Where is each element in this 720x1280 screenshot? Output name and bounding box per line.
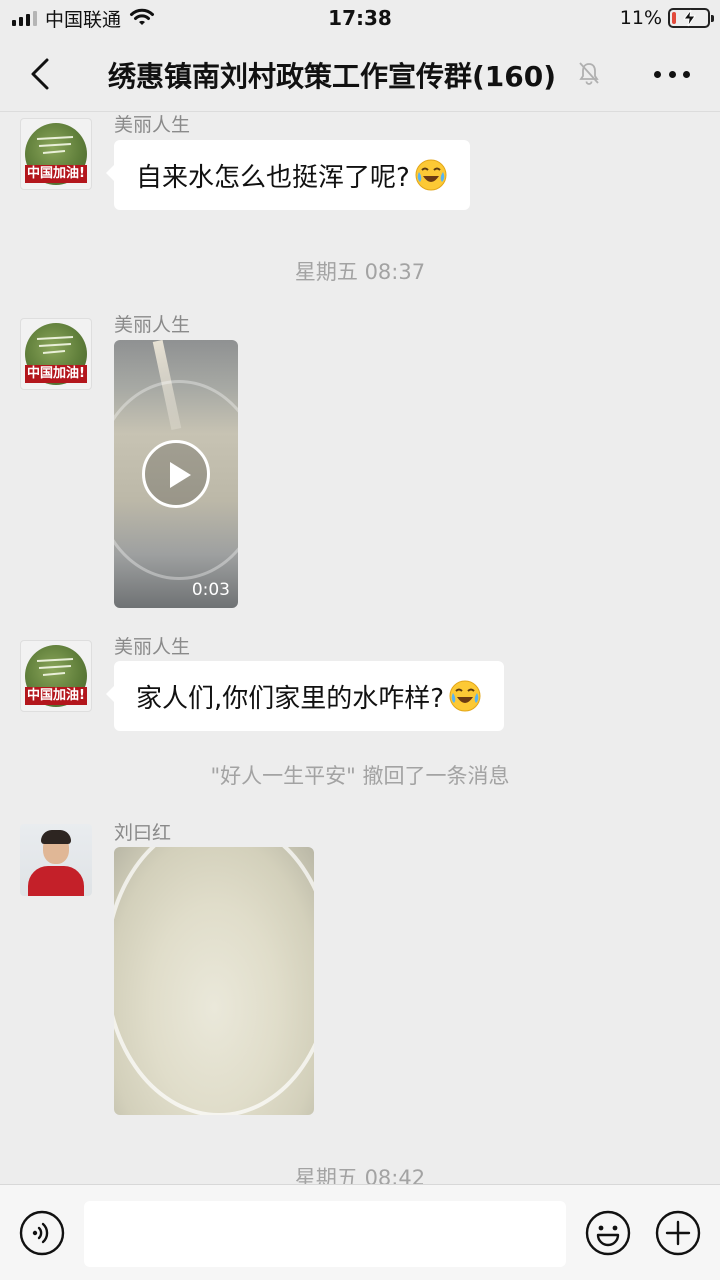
battery-percent: 11%: [619, 7, 662, 29]
message-bubble[interactable]: 自来水怎么也挺浑了呢?: [106, 140, 470, 210]
crying-laughing-emoji-icon: [415, 159, 447, 191]
status-time: 17:38: [328, 6, 392, 30]
chevron-left-icon: [31, 58, 49, 90]
chat-header: 绣惠镇南刘村政策工作宣传群(160): [0, 36, 720, 112]
avatar-banner-text: 中国加油!: [25, 687, 87, 705]
avatar-meili[interactable]: 中国加油!: [20, 118, 92, 190]
video-duration: 0:03: [191, 580, 230, 600]
voice-icon[interactable]: [18, 1209, 66, 1257]
battery-icon: [668, 8, 714, 28]
more-button[interactable]: [654, 60, 690, 88]
crying-laughing-emoji-icon: [449, 680, 481, 712]
message-text: 家人们,你们家里的水咋样?: [136, 683, 445, 714]
sender-name: 美丽人生: [114, 314, 191, 336]
sender-name: 刘曰红: [114, 822, 172, 844]
avatar-banner-text: 中国加油!: [25, 165, 87, 183]
video-message[interactable]: 0:03: [114, 340, 238, 608]
message-list[interactable]: 中国加油! 美丽人生 自来水怎么也挺浑了呢? 星期五 08:37 中国加油! 美…: [0, 112, 720, 1184]
sender-name: 美丽人生: [114, 114, 191, 136]
sender-name: 美丽人生: [114, 636, 191, 658]
status-right: 11%: [619, 6, 714, 30]
recall-notice: "好人一生平安" 撤回了一条消息: [210, 764, 510, 788]
charging-bolt-icon: [682, 9, 696, 27]
avatar-liu[interactable]: [20, 824, 92, 896]
play-icon[interactable]: [142, 440, 210, 508]
avatar-meili[interactable]: 中国加油!: [20, 640, 92, 712]
avatar-meili[interactable]: 中国加油!: [20, 318, 92, 390]
more-dots-icon: [654, 70, 661, 78]
bell-mute-icon: [579, 62, 599, 85]
avatar-banner-text: 中国加油!: [25, 365, 87, 383]
chat-title[interactable]: 绣惠镇南刘村政策工作宣传群(160): [108, 55, 556, 95]
timestamp: 星期五 08:42: [294, 1166, 426, 1184]
timestamp: 星期五 08:37: [294, 260, 426, 284]
battery-level-fill: [672, 12, 676, 24]
emoji-icon[interactable]: [584, 1209, 632, 1257]
back-button[interactable]: [22, 52, 58, 96]
message-input[interactable]: [84, 1201, 566, 1267]
input-bar: [0, 1184, 720, 1280]
message-text: 自来水怎么也挺浑了呢?: [136, 162, 410, 193]
status-bar: 中国联通 17:38 11%: [0, 0, 720, 36]
image-message[interactable]: [114, 847, 314, 1115]
message-bubble[interactable]: 家人们,你们家里的水咋样?: [105, 661, 505, 731]
plus-icon[interactable]: [654, 1209, 702, 1257]
